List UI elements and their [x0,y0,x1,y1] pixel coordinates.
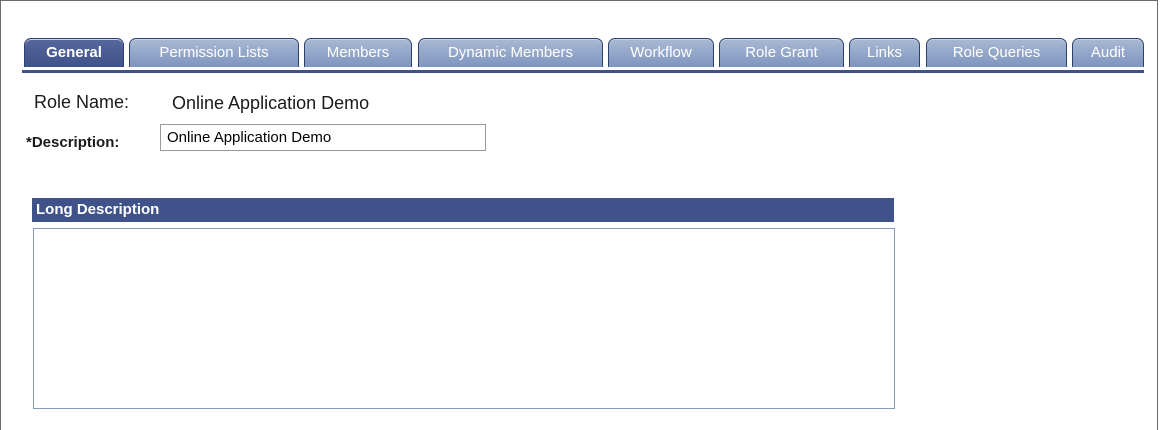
tab-bar: General Permission Lists Members Dynamic… [22,36,1144,73]
tab-members[interactable]: Members [304,38,412,67]
tab-workflow[interactable]: Workflow [608,38,714,67]
tab-links[interactable]: Links [849,38,920,67]
description-label: *Description: [26,134,120,151]
tab-audit[interactable]: Audit [1072,38,1144,67]
description-field[interactable] [160,124,486,151]
role-name-value: Online Application Demo [172,93,370,113]
tab-general[interactable]: General [24,38,124,67]
role-name-label: Role Name: [34,92,130,112]
tab-dynamic-members[interactable]: Dynamic Members [418,38,603,67]
tab-role-grant[interactable]: Role Grant [719,38,844,67]
tab-permission-lists[interactable]: Permission Lists [129,38,299,67]
tab-role-queries[interactable]: Role Queries [926,38,1067,67]
long-description-header: Long Description [32,198,894,222]
long-description-textarea[interactable] [33,228,895,409]
